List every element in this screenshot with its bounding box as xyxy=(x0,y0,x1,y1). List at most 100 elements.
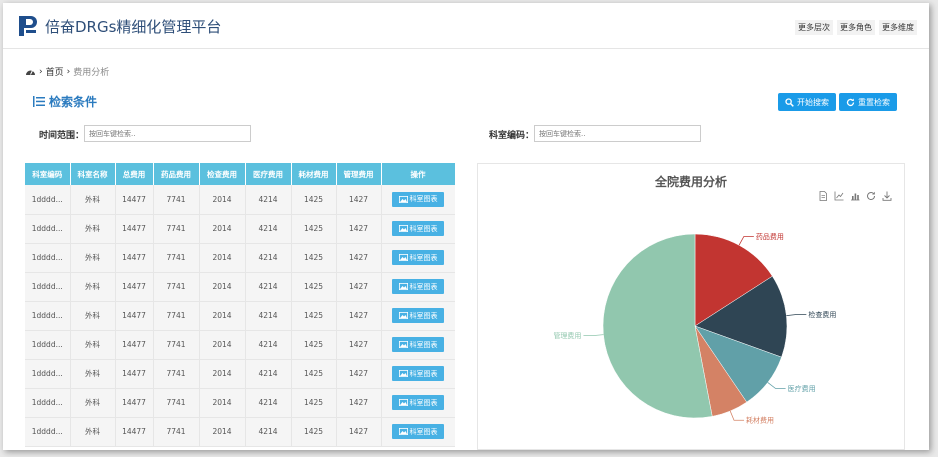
dept-chart-label: 科室图表 xyxy=(409,340,438,349)
cell-exam-cost: 2014 xyxy=(199,417,246,447)
table-row: 1dddd... 外科 14477 7741 2014 4214 1425 1427 科室图表 xyxy=(25,301,455,331)
dept-chart-label: 科室图表 xyxy=(409,282,438,291)
cell-exam-cost: 2014 xyxy=(199,301,246,331)
cell-total-cost: 14477 xyxy=(115,301,154,331)
cell-management-cost: 1427 xyxy=(336,272,382,302)
col-header-consumable-cost[interactable]: 耗材费用 xyxy=(291,163,337,185)
cell-management-cost: 1427 xyxy=(336,359,382,389)
cell-management-cost: 1427 xyxy=(336,243,382,273)
breadcrumb-home[interactable]: 首页 xyxy=(46,65,64,78)
cell-medical-cost: 4214 xyxy=(245,330,292,360)
cell-action: 科室图表 xyxy=(381,185,455,215)
cell-dept-code: 1dddd... xyxy=(25,388,71,418)
dept-chart-label: 科室图表 xyxy=(409,311,438,320)
pie-label-line xyxy=(767,382,786,389)
pie-label: 药品费用 xyxy=(756,232,784,241)
cell-exam-cost: 2014 xyxy=(199,388,246,418)
more-roles-link[interactable]: 更多角色 xyxy=(837,20,875,35)
cell-drug-cost: 7741 xyxy=(153,359,200,389)
cell-action: 科室图表 xyxy=(381,359,455,389)
cell-management-cost: 1427 xyxy=(336,185,382,215)
pie-label-line xyxy=(738,236,754,246)
cell-management-cost: 1427 xyxy=(336,330,382,360)
pie-label-line xyxy=(786,314,807,317)
reset-search-button[interactable]: 重置检索 xyxy=(839,93,897,111)
dashboard-icon xyxy=(26,70,35,75)
table-row: 1dddd... 外科 14477 7741 2014 4214 1425 1427 科室图表 xyxy=(25,214,455,244)
cell-drug-cost: 7741 xyxy=(153,330,200,360)
cell-management-cost: 1427 xyxy=(336,214,382,244)
cell-exam-cost: 2014 xyxy=(199,272,246,302)
cell-medical-cost: 4214 xyxy=(245,185,292,215)
breadcrumb-sep: › xyxy=(39,66,43,77)
cell-dept-name: 外科 xyxy=(70,243,116,273)
image-icon xyxy=(398,341,408,348)
dept-chart-label: 科室图表 xyxy=(409,253,438,262)
cell-dept-code: 1dddd... xyxy=(25,272,71,302)
table-row: 1dddd... 外科 14477 7741 2014 4214 1425 1427 科室图表 xyxy=(25,243,455,273)
breadcrumb-current: 费用分析 xyxy=(73,68,110,78)
cell-drug-cost: 7741 xyxy=(153,417,200,447)
dept-chart-button[interactable]: 科室图表 xyxy=(392,337,444,352)
cell-dept-name: 外科 xyxy=(70,301,116,331)
image-icon xyxy=(398,428,408,435)
more-dimensions-link[interactable]: 更多维度 xyxy=(879,20,917,35)
search-section-label: 检索条件 xyxy=(49,95,98,109)
cell-medical-cost: 4214 xyxy=(245,243,292,273)
more-levels-link[interactable]: 更多层次 xyxy=(795,20,833,35)
pie-label: 检查费用 xyxy=(808,310,836,319)
dept-chart-button[interactable]: 科室图表 xyxy=(392,279,444,294)
col-header-dept-code[interactable]: 科室编码 xyxy=(25,163,71,185)
cell-total-cost: 14477 xyxy=(115,388,154,418)
cell-exam-cost: 2014 xyxy=(199,243,246,273)
table-row: 1dddd... 外科 14477 7741 2014 4214 1425 1427 科室图表 xyxy=(25,417,455,447)
pie-label-line xyxy=(729,410,745,421)
dept-code-input[interactable] xyxy=(534,125,701,142)
cell-drug-cost: 7741 xyxy=(153,243,200,273)
dept-chart-button[interactable]: 科室图表 xyxy=(392,395,444,410)
refresh-icon xyxy=(846,98,855,106)
dept-chart-button[interactable]: 科室图表 xyxy=(392,424,444,439)
cell-total-cost: 14477 xyxy=(115,214,154,244)
dept-chart-button[interactable]: 科室图表 xyxy=(392,191,444,207)
col-header-management-cost[interactable]: 管理费用 xyxy=(336,163,382,185)
cell-action: 科室图表 xyxy=(381,243,455,273)
cell-action: 科室图表 xyxy=(381,301,455,331)
breadcrumb: › 首页 › 费用分析 xyxy=(25,65,109,78)
cell-consumable-cost: 1425 xyxy=(291,417,337,447)
start-search-button[interactable]: 开始搜索 xyxy=(778,93,836,111)
col-header-total-cost[interactable]: 总费用 xyxy=(115,163,154,185)
cell-dept-code: 1dddd... xyxy=(25,301,71,331)
cell-dept-name: 外科 xyxy=(70,185,116,215)
cell-action: 科室图表 xyxy=(381,417,455,447)
dept-chart-button[interactable]: 科室图表 xyxy=(392,221,444,236)
cell-medical-cost: 4214 xyxy=(245,214,292,244)
time-range-input[interactable] xyxy=(84,125,251,142)
table-body: 1dddd... 外科 14477 7741 2014 4214 1425 1427 科室图表 1… xyxy=(25,185,455,447)
cost-chart-panel: 全院费用分析 药品费用 检查费用 医疗费用 耗材费用 管理费用 xyxy=(477,163,905,450)
cell-management-cost: 1427 xyxy=(336,417,382,447)
col-header-exam-cost[interactable]: 检查费用 xyxy=(199,163,246,185)
cell-medical-cost: 4214 xyxy=(245,417,292,447)
dept-chart-button[interactable]: 科室图表 xyxy=(392,366,444,381)
cell-dept-code: 1dddd... xyxy=(25,359,71,389)
dept-chart-button[interactable]: 科室图表 xyxy=(392,250,444,265)
image-icon xyxy=(398,254,408,261)
cost-table: 科室编码 科室名称 总费用 药品费用 检查费用 医疗费用 耗材费用 管理费用 操… xyxy=(25,163,455,450)
pie-label: 耗材费用 xyxy=(746,416,774,425)
cell-dept-name: 外科 xyxy=(70,417,116,447)
dept-chart-button[interactable]: 科室图表 xyxy=(392,308,444,323)
col-header-action: 操作 xyxy=(381,163,455,185)
col-header-medical-cost[interactable]: 医疗费用 xyxy=(245,163,292,185)
cell-dept-name: 外科 xyxy=(70,272,116,302)
dept-chart-label: 科室图表 xyxy=(409,427,438,436)
table-row: 1dddd... 外科 14477 7741 2014 4214 1425 1427 科室图表 xyxy=(25,388,455,418)
col-header-drug-cost[interactable]: 药品费用 xyxy=(153,163,200,185)
cell-medical-cost: 4214 xyxy=(245,301,292,331)
image-icon xyxy=(398,370,408,377)
col-header-dept-name[interactable]: 科室名称 xyxy=(70,163,116,185)
cell-medical-cost: 4214 xyxy=(245,272,292,302)
top-header: 倍奋DRGs精细化管理平台 更多层次 更多角色 更多维度 xyxy=(3,3,929,49)
cell-consumable-cost: 1425 xyxy=(291,214,337,244)
app-window: 倍奋DRGs精细化管理平台 更多层次 更多角色 更多维度 › 首页 › 费用分析… xyxy=(3,3,929,450)
